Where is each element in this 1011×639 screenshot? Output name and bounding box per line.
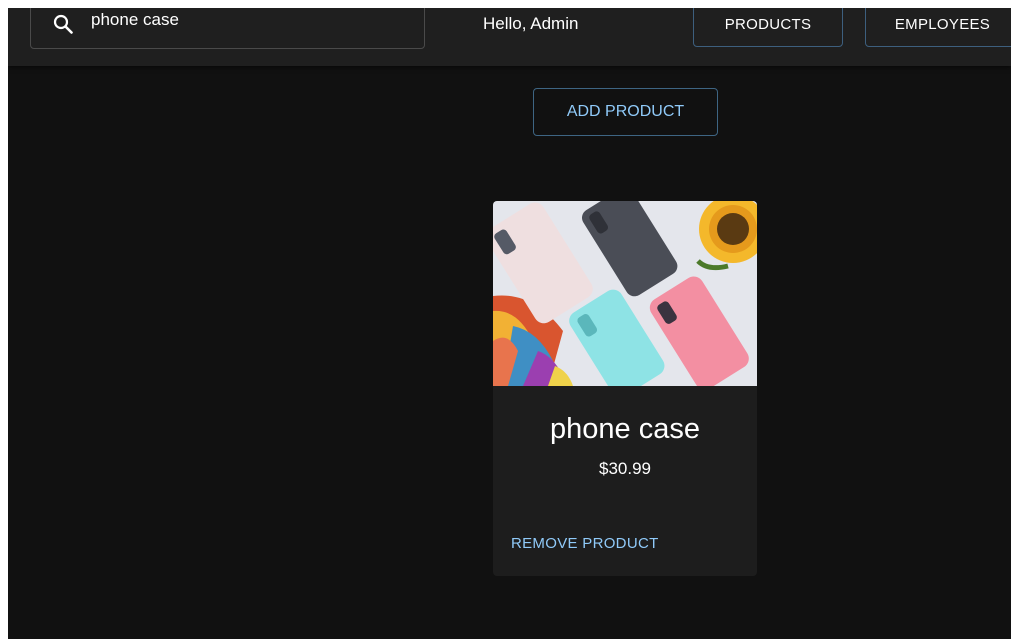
app-root: Hello, Admin PRODUCTS EMPLOYEES ADD PROD…: [8, 8, 1011, 639]
greeting-text: Hello, Admin: [483, 14, 579, 33]
search-box[interactable]: [30, 8, 425, 49]
remove-product-button[interactable]: REMOVE PRODUCT: [511, 535, 659, 552]
search-input[interactable]: [91, 8, 411, 32]
products-nav-button[interactable]: PRODUCTS: [693, 8, 843, 47]
product-name: phone case: [550, 413, 700, 445]
top-app-bar: Hello, Admin PRODUCTS EMPLOYEES: [8, 8, 1011, 66]
product-price: $30.99: [599, 459, 651, 478]
search-icon: [53, 14, 73, 34]
employees-nav-button[interactable]: EMPLOYEES: [865, 8, 1011, 47]
product-image: [493, 201, 757, 386]
product-card: phone case $30.99 REMOVE PRODUCT: [493, 201, 757, 576]
add-product-button[interactable]: ADD PRODUCT: [533, 88, 718, 136]
